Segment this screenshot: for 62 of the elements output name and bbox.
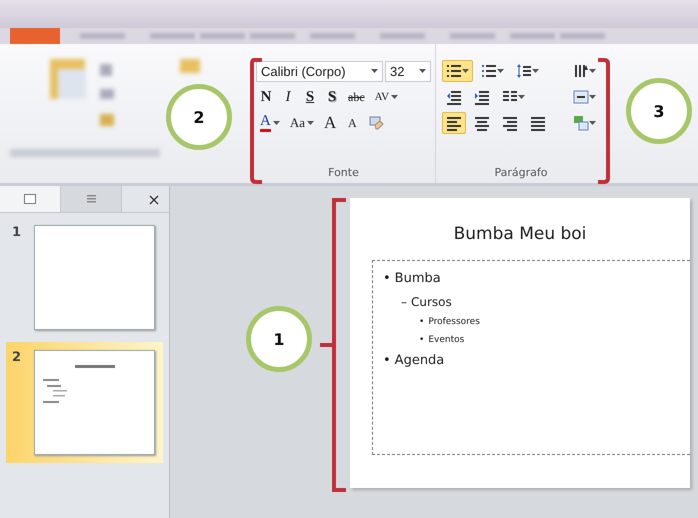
align-text-icon: [573, 89, 589, 105]
strike-button[interactable]: abc: [344, 86, 369, 108]
slide-thumbnail[interactable]: [34, 225, 155, 330]
bullet-marker: •: [383, 270, 391, 288]
slide-canvas[interactable]: Bumba Meu boi • Bumba – Cursos • Professores • Eventos • Agenda: [350, 198, 690, 488]
outline-icon: [85, 194, 97, 204]
slide-icon: [24, 194, 36, 204]
font-color-button[interactable]: A: [256, 112, 284, 134]
bullet-marker: •: [419, 334, 424, 347]
shadow-button[interactable]: S: [322, 86, 342, 108]
caret-icon[interactable]: [307, 121, 314, 125]
align-left-button[interactable]: [442, 112, 466, 134]
caret-icon[interactable]: [497, 69, 504, 73]
close-button[interactable]: ×: [139, 186, 169, 212]
bullet-text: Eventos: [428, 334, 464, 347]
case-button[interactable]: Aa: [286, 112, 318, 134]
caret-icon[interactable]: [589, 95, 596, 99]
bullet-text: Cursos: [411, 294, 452, 311]
caret-icon[interactable]: [518, 95, 525, 99]
shrink-button[interactable]: A: [342, 112, 362, 134]
font-name-field[interactable]: Calibri (Corpo): [256, 60, 383, 82]
line-spacing-icon: [516, 63, 532, 79]
justify-icon: [530, 115, 546, 131]
align-right-icon: [502, 115, 518, 131]
italic-button[interactable]: I: [278, 86, 298, 108]
align-left-icon: [446, 115, 462, 131]
increase-indent-icon: [474, 89, 490, 105]
underline-button[interactable]: S: [300, 86, 320, 108]
group-label: Parágrafo: [494, 166, 548, 179]
bullet-marker: –: [401, 294, 407, 311]
eraser-icon: [368, 115, 384, 131]
caret-icon[interactable]: [371, 69, 378, 73]
bullets-button[interactable]: [442, 60, 473, 82]
bullet-marker: •: [419, 316, 424, 329]
slide-title: Bumba Meu boi: [452, 224, 588, 244]
slide-number: 1: [12, 225, 22, 242]
bullet-marker: •: [383, 352, 391, 370]
chart-shapes-icon: [573, 115, 589, 131]
font-size-field[interactable]: 32: [385, 60, 431, 82]
slides-tab[interactable]: [0, 186, 61, 212]
bullets-icon: [446, 63, 462, 79]
caret-icon[interactable]: [589, 121, 596, 125]
bold-button[interactable]: N: [256, 86, 276, 108]
bullet-text: Professores: [428, 316, 480, 329]
bullet-text: Agenda: [394, 352, 444, 370]
caret-icon[interactable]: [419, 69, 426, 73]
slide-thumbnail[interactable]: [34, 350, 155, 455]
text-direction-icon: [573, 63, 589, 79]
numbering-icon: [481, 63, 497, 79]
align-center-icon: [474, 115, 490, 131]
caret-icon[interactable]: [272, 121, 280, 125]
slide-number: 2: [12, 350, 22, 367]
caret-icon[interactable]: [462, 69, 469, 73]
decrease-indent-icon: [446, 89, 462, 105]
caret-icon[interactable]: [589, 69, 596, 73]
text-placeholder[interactable]: • Bumba – Cursos • Professores • Eventos • Agenda: [372, 260, 690, 455]
bullet-text: Bumba: [394, 270, 441, 288]
spacing-button[interactable]: AV: [370, 86, 402, 108]
grow-button[interactable]: A: [320, 112, 340, 134]
caret-icon[interactable]: [532, 69, 539, 73]
group-label: Fonte: [327, 166, 360, 179]
caret-icon[interactable]: [391, 95, 398, 99]
